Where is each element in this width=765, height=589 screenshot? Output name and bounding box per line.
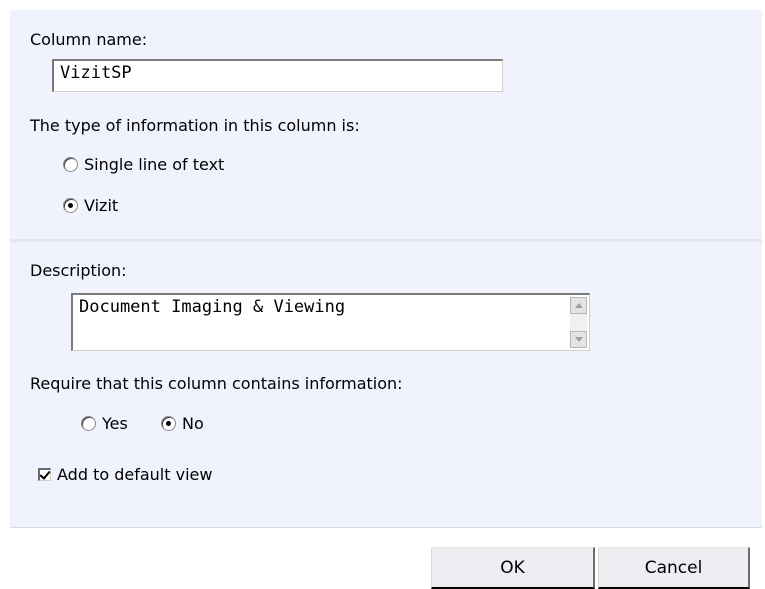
- radio-option-single-line[interactable]: Single line of text: [63, 155, 224, 174]
- radio-option-vizit[interactable]: Vizit: [63, 196, 118, 215]
- radio-single-line-label: Single line of text: [84, 155, 225, 174]
- add-to-default-view-checkbox[interactable]: [38, 468, 51, 481]
- arrow-down-icon: [574, 337, 583, 342]
- radio-yes-label: Yes: [102, 414, 128, 433]
- radio-option-no[interactable]: No: [161, 414, 204, 433]
- arrow-up-icon: [574, 303, 583, 308]
- description-scrollbar[interactable]: [570, 297, 587, 348]
- default-view-option[interactable]: Add to default view: [38, 465, 212, 484]
- radio-vizit-label: Vizit: [84, 196, 119, 215]
- description-label: Description:: [30, 261, 127, 280]
- info-type-label: The type of information in this column i…: [30, 116, 360, 135]
- scroll-up-button[interactable]: [570, 297, 587, 314]
- cancel-button[interactable]: Cancel: [598, 547, 750, 589]
- radio-single-line-of-text[interactable]: [63, 157, 78, 172]
- column-name-input[interactable]: VizitSP: [52, 59, 503, 92]
- radio-no-label: No: [182, 414, 204, 433]
- column-name-label: Column name:: [30, 30, 148, 49]
- radio-yes[interactable]: [81, 416, 96, 431]
- radio-option-yes[interactable]: Yes: [81, 414, 128, 433]
- radio-vizit[interactable]: [63, 198, 78, 213]
- description-text: Document Imaging & Viewing: [79, 297, 346, 317]
- radio-no[interactable]: [161, 416, 176, 431]
- ok-button[interactable]: OK: [431, 547, 595, 589]
- description-textarea[interactable]: Document Imaging & Viewing: [71, 293, 590, 351]
- default-view-label: Add to default view: [57, 465, 213, 484]
- scroll-down-button[interactable]: [570, 331, 587, 348]
- required-label: Require that this column contains inform…: [30, 374, 403, 393]
